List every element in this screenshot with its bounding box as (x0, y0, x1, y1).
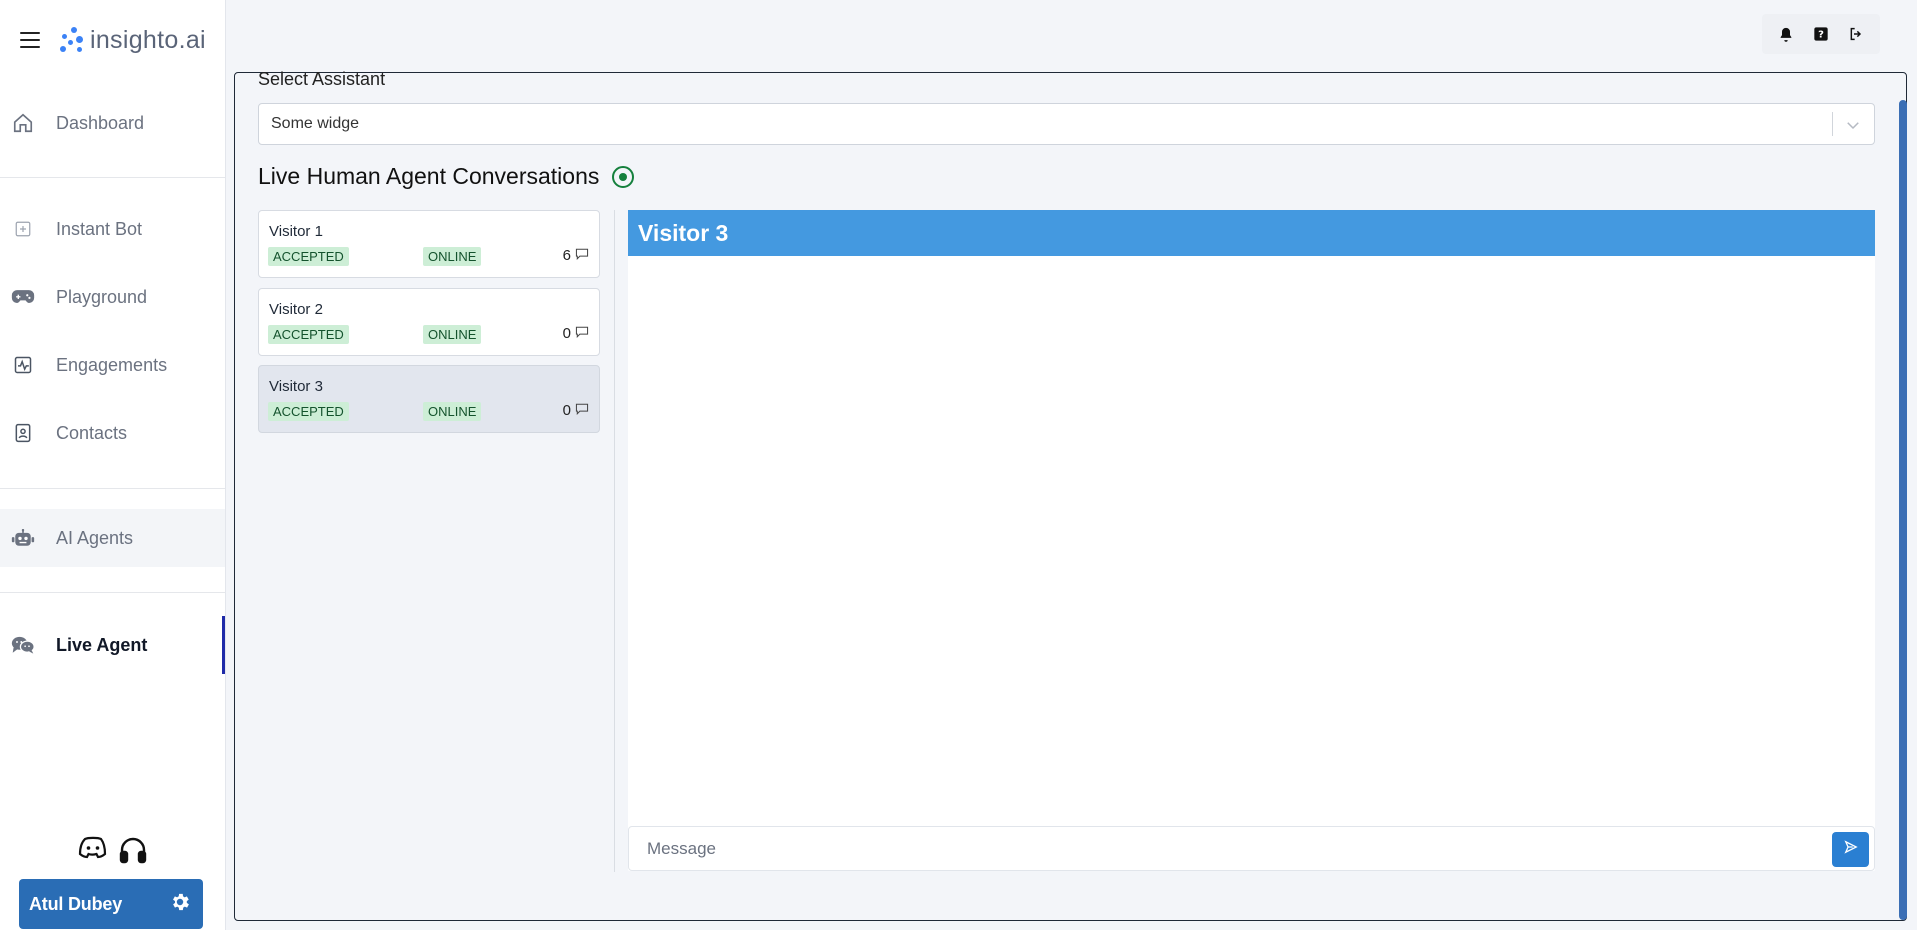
list-divider (614, 210, 615, 872)
message-bubble-icon (575, 325, 589, 342)
page-title: Live Human Agent Conversations (258, 163, 600, 189)
select-assistant-label: Select Assistant (258, 69, 386, 89)
activity-chart-icon (11, 353, 35, 377)
sidebar-item-contacts[interactable]: Contacts (0, 404, 225, 462)
bell-icon[interactable] (1770, 18, 1802, 50)
send-icon (1843, 840, 1858, 859)
logout-icon[interactable] (1840, 18, 1872, 50)
presence-badge: ONLINE (423, 402, 482, 421)
brand-bar: insighto.ai (0, 18, 226, 62)
message-bubble-icon (575, 402, 589, 419)
svg-text:?: ? (1818, 29, 1824, 40)
presence-badge: ONLINE (423, 325, 482, 344)
plus-square-icon (11, 217, 35, 241)
sidebar-divider (0, 177, 225, 178)
sidebar-item-ai-agents[interactable]: AI Agents (0, 509, 225, 567)
sidebar-item-engagements[interactable]: Engagements (0, 336, 225, 394)
scrollbar[interactable] (1899, 100, 1907, 920)
send-button[interactable] (1832, 832, 1869, 867)
message-count-value: 0 (562, 402, 571, 419)
gamepad-icon (11, 285, 35, 309)
chat-header: Visitor 3 (628, 210, 1875, 256)
assistant-select[interactable]: Some widge (258, 103, 1875, 145)
sidebar-item-label: Dashboard (56, 112, 145, 133)
visitor-list-item[interactable]: Visitor 1 ACCEPTED ONLINE 6 (258, 210, 600, 278)
message-bubble-icon (575, 247, 589, 264)
sidebar-item-dashboard[interactable]: Dashboard (0, 94, 225, 152)
message-count: 0 (563, 325, 589, 342)
status-badge: ACCEPTED (268, 325, 349, 344)
live-status-icon (612, 165, 635, 188)
sidebar-item-instant-bot[interactable]: Instant Bot (0, 200, 225, 258)
logo[interactable]: insighto.ai (58, 25, 206, 55)
sidebar-item-playground[interactable]: Playground (0, 268, 225, 326)
status-badge: ACCEPTED (268, 247, 349, 266)
message-input[interactable] (629, 827, 1819, 870)
message-count-value: 6 (562, 247, 571, 264)
logo-mark-icon (58, 25, 86, 55)
support-links (78, 836, 148, 869)
topbar-actions: ? (1762, 14, 1880, 54)
visitor-name: Visitor 2 (269, 301, 323, 318)
chat-window: Visitor 3 (628, 210, 1875, 871)
help-icon[interactable]: ? (1805, 18, 1837, 50)
settings-gear-icon[interactable] (169, 891, 191, 918)
robot-icon (11, 526, 35, 550)
headset-icon[interactable] (118, 836, 148, 869)
message-count-value: 0 (562, 325, 571, 342)
presence-badge: ONLINE (423, 247, 482, 266)
conversations-heading: Live Human Agent Conversations (258, 163, 635, 190)
chat-bubbles-icon (11, 633, 35, 657)
chevron-down-icon[interactable] (1844, 116, 1862, 139)
sidebar-item-label: Contacts (56, 422, 128, 443)
brand-name: insighto.ai (90, 25, 206, 54)
user-name: Atul Dubey (29, 893, 123, 914)
visitor-list-item[interactable]: Visitor 3 ACCEPTED ONLINE 0 (258, 365, 600, 433)
sidebar-item-live-agent[interactable]: Live Agent (0, 616, 225, 674)
message-count: 0 (563, 402, 589, 419)
discord-icon[interactable] (78, 836, 108, 869)
user-profile-card[interactable]: Atul Dubey (19, 879, 203, 929)
select-separator (1832, 112, 1833, 136)
sidebar-item-label: Live Agent (56, 634, 148, 655)
status-badge: ACCEPTED (268, 402, 349, 421)
visitor-name: Visitor 3 (269, 378, 323, 395)
message-composer (628, 826, 1875, 871)
visitor-list-item[interactable]: Visitor 2 ACCEPTED ONLINE 0 (258, 288, 600, 356)
message-count: 6 (563, 247, 589, 264)
sidebar-item-label: AI Agents (56, 527, 134, 548)
home-icon (11, 111, 35, 135)
sidebar-divider (0, 488, 225, 489)
assistant-select-value: Some widge (271, 115, 360, 132)
sidebar-item-label: Playground (56, 286, 148, 307)
visitor-name: Visitor 1 (269, 223, 323, 240)
contact-card-icon (11, 421, 35, 445)
sidebar-item-label: Instant Bot (56, 218, 143, 239)
menu-toggle-icon[interactable] (20, 32, 40, 48)
sidebar-divider (0, 592, 225, 593)
sidebar: insighto.ai Dashboard Instant Bot Playgr… (0, 0, 226, 930)
sidebar-item-label: Engagements (56, 354, 168, 375)
